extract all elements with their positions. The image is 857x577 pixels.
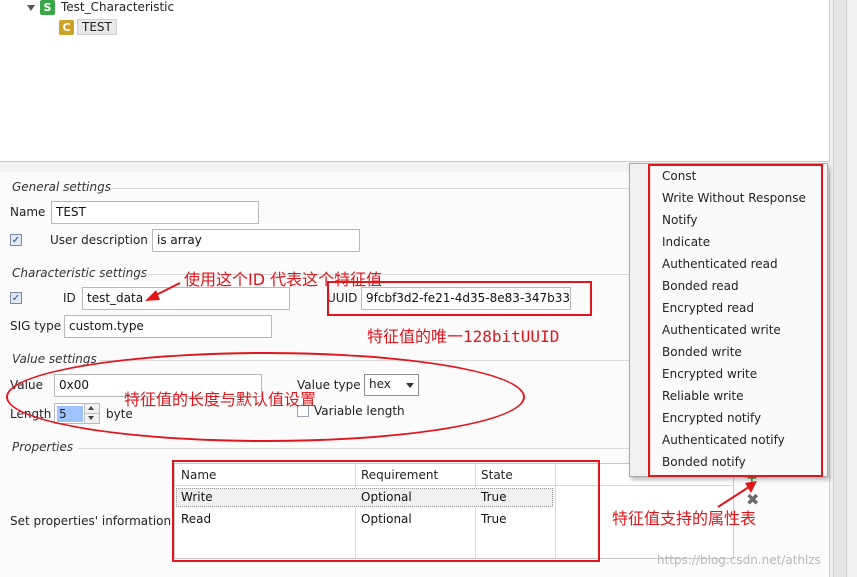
arrow-props: [717, 484, 753, 508]
arrow-head-icon: [145, 290, 160, 301]
annotation-props-note: 特征值支持的属性表: [612, 509, 757, 528]
watermark: https://blog.csdn.net/athlzs: [657, 553, 821, 567]
arrow-head-icon: [745, 481, 757, 493]
annotation-id-note: 使用这个ID 代表这个特征值: [184, 270, 383, 289]
annotation-uuid-note: 特征值的唯一128bitUUID: [367, 327, 560, 346]
annotation-arrows: [145, 282, 757, 508]
annotation-value-note: 特征值的长度与默认值设置: [124, 390, 317, 409]
